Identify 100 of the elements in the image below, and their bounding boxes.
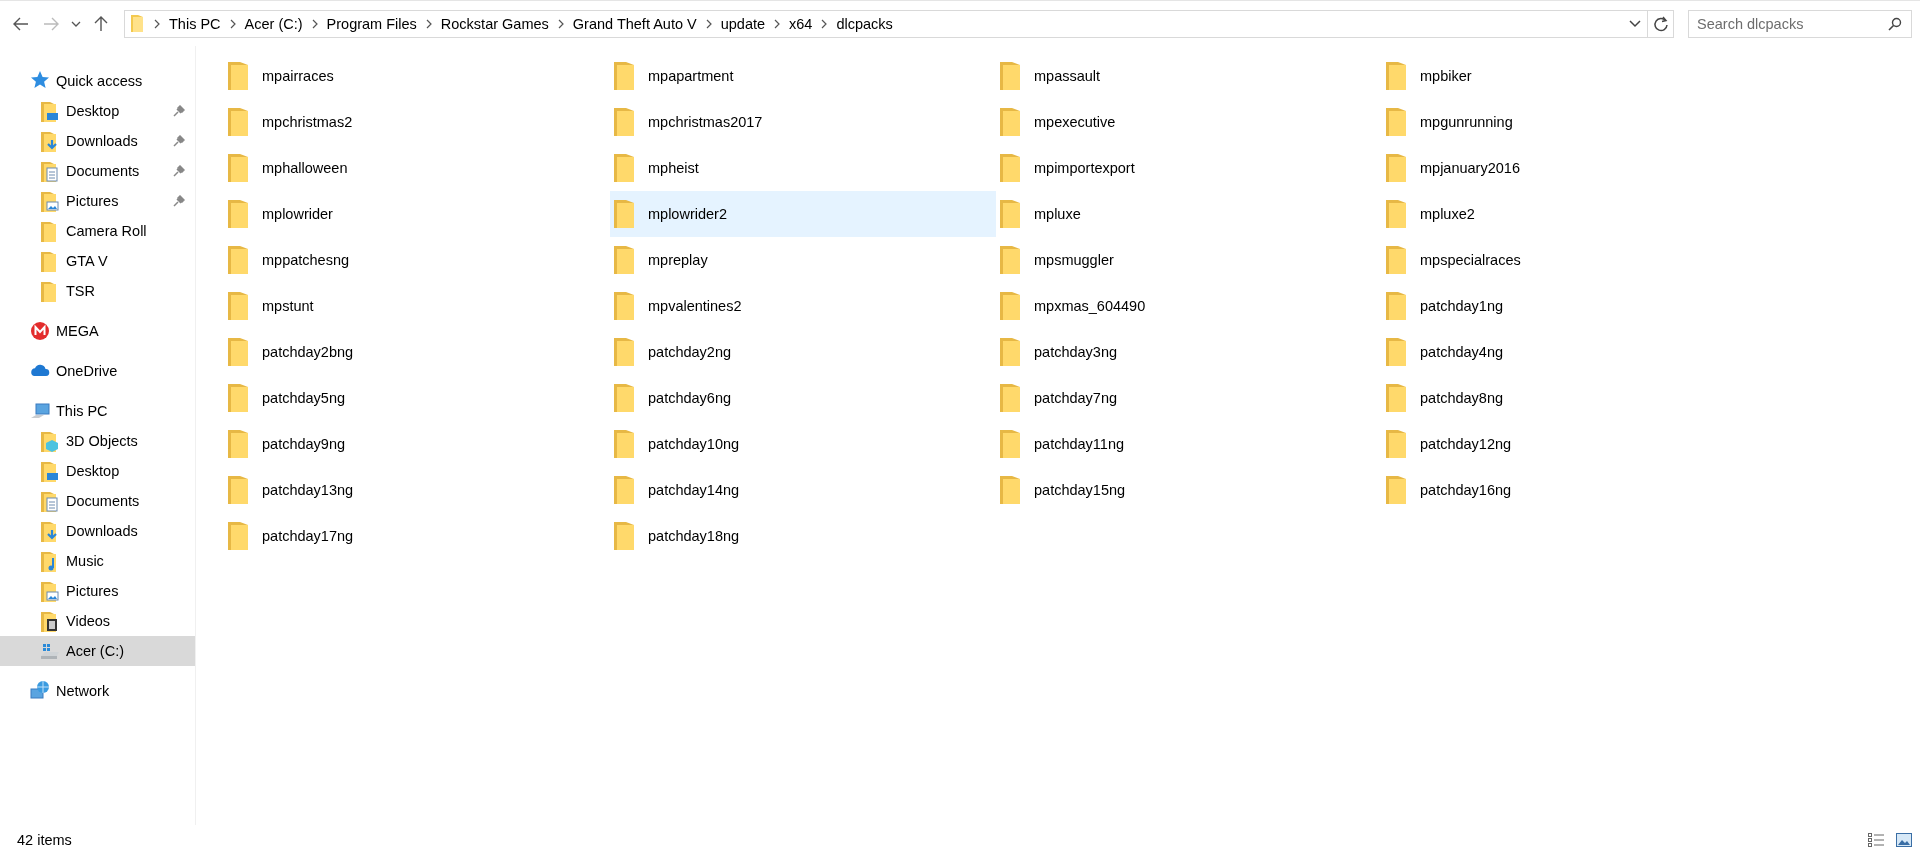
sidebar-item[interactable]: Desktop	[0, 96, 195, 126]
sidebar-item[interactable]: GTA V	[0, 246, 195, 276]
breadcrumb-item[interactable]: dlcpacks	[836, 15, 893, 32]
folder-item[interactable]: mpassault	[996, 53, 1382, 99]
folder-item[interactable]: patchday9ng	[224, 421, 610, 467]
folder-item[interactable]: mpreplay	[610, 237, 996, 283]
downloads-folder-icon	[40, 130, 60, 152]
folder-item[interactable]: patchday16ng	[1382, 467, 1768, 513]
folder-item[interactable]: patchday13ng	[224, 467, 610, 513]
folder-item[interactable]: patchday11ng	[996, 421, 1382, 467]
details-view-icon[interactable]	[1868, 833, 1884, 847]
folder-item[interactable]: mpimportexport	[996, 145, 1382, 191]
folder-item[interactable]: mpjanuary2016	[1382, 145, 1768, 191]
folder-item[interactable]: mplowrider2	[610, 191, 996, 237]
folder-icon	[1386, 338, 1406, 366]
sidebar-label: Quick access	[56, 73, 143, 89]
pictures-folder-icon	[40, 190, 60, 212]
breadcrumb-item[interactable]: Acer (C:)	[244, 15, 303, 32]
sidebar-item[interactable]: OneDrive	[0, 356, 195, 386]
sidebar-item[interactable]: Videos	[0, 606, 195, 636]
breadcrumb-item[interactable]: update	[720, 15, 766, 32]
folder-item[interactable]: patchday8ng	[1382, 375, 1768, 421]
sidebar-label: Pictures	[66, 583, 119, 599]
folder-item[interactable]: mpchristmas2	[224, 99, 610, 145]
folder-item[interactable]: patchday5ng	[224, 375, 610, 421]
folder-icon	[1000, 246, 1020, 274]
folder-item[interactable]: patchday17ng	[224, 513, 610, 559]
folder-item[interactable]: patchday6ng	[610, 375, 996, 421]
breadcrumb-item[interactable]: This PC	[169, 15, 221, 32]
sidebar-item[interactable]: Downloads	[0, 516, 195, 546]
folder-item[interactable]: mpluxe	[996, 191, 1382, 237]
folder-icon	[1000, 200, 1020, 228]
sidebar-item[interactable]: TSR	[0, 276, 195, 306]
folder-item[interactable]: mpgunrunning	[1382, 99, 1768, 145]
folder-item[interactable]: mpapartment	[610, 53, 996, 99]
folder-item[interactable]: mpairraces	[224, 53, 610, 99]
sidebar-item[interactable]: Quick access	[0, 66, 195, 96]
folder-icon	[228, 200, 248, 228]
folder-item[interactable]: mppatchesng	[224, 237, 610, 283]
sidebar-item[interactable]: Desktop	[0, 456, 195, 486]
folder-item[interactable]: patchday15ng	[996, 467, 1382, 513]
folder-name: patchday3ng	[1034, 344, 1118, 360]
folder-name: patchday18ng	[648, 528, 740, 544]
folder-item[interactable]: mphalloween	[224, 145, 610, 191]
sidebar-item[interactable]: Music	[0, 546, 195, 576]
folder-name: mpexecutive	[1034, 114, 1116, 130]
sidebar-label: Documents	[66, 163, 140, 179]
chevron-icon	[557, 18, 564, 29]
folder-item[interactable]: mpchristmas2017	[610, 99, 996, 145]
sidebar-item[interactable]: Documents	[0, 156, 195, 186]
folder-item[interactable]: mpexecutive	[996, 99, 1382, 145]
folder-item[interactable]: mpvalentines2	[610, 283, 996, 329]
back-arrow-icon	[13, 16, 29, 31]
large-icons-view-icon[interactable]	[1896, 833, 1912, 847]
folder-item[interactable]: patchday18ng	[610, 513, 996, 559]
folder-icon	[614, 200, 634, 228]
sidebar-label: 3D Objects	[66, 433, 138, 449]
folder-item[interactable]: mpstunt	[224, 283, 610, 329]
folder-item[interactable]: patchday2ng	[610, 329, 996, 375]
sidebar-item[interactable]: Network	[0, 676, 195, 706]
sidebar-item[interactable]: MEGA	[0, 316, 195, 346]
folder-item[interactable]: patchday7ng	[996, 375, 1382, 421]
sidebar-item[interactable]: Pictures	[0, 576, 195, 606]
folder-item[interactable]: patchday4ng	[1382, 329, 1768, 375]
breadcrumb-item[interactable]: x64	[789, 15, 813, 32]
refresh-icon	[1652, 15, 1669, 32]
folder-name: mpreplay	[648, 252, 708, 268]
folder-name: patchday13ng	[262, 482, 354, 498]
folder-item[interactable]: mplowrider	[224, 191, 610, 237]
folder-icon	[1000, 338, 1020, 366]
folder-item[interactable]: mpluxe2	[1382, 191, 1768, 237]
sidebar-label: Acer (C:)	[66, 643, 124, 659]
sidebar-item[interactable]: Pictures	[0, 186, 195, 216]
breadcrumb-item[interactable]: Grand Theft Auto V	[572, 15, 697, 32]
sidebar-item[interactable]: 3D Objects	[0, 426, 195, 456]
sidebar-item[interactable]: Downloads	[0, 126, 195, 156]
folder-item[interactable]: patchday2bng	[224, 329, 610, 375]
search-icon	[1888, 16, 1902, 31]
folder-item[interactable]: mpspecialraces	[1382, 237, 1768, 283]
folder-name: patchday17ng	[262, 528, 354, 544]
folder-item[interactable]: patchday1ng	[1382, 283, 1768, 329]
address-bar[interactable]: This PC Acer (C:) Program Files Rockstar Games Grand Theft Auto V update x64 dlcpacks	[124, 9, 1674, 38]
breadcrumb-item[interactable]: Program Files	[326, 15, 417, 32]
sidebar-item[interactable]: Camera Roll	[0, 216, 195, 246]
folder-icon	[614, 476, 634, 504]
folder-item[interactable]: patchday14ng	[610, 467, 996, 513]
folder-item[interactable]: mpsmuggler	[996, 237, 1382, 283]
folder-item[interactable]: patchday12ng	[1382, 421, 1768, 467]
folder-item[interactable]: mpbiker	[1382, 53, 1768, 99]
search-field[interactable]: Search dlcpacks	[1688, 9, 1912, 38]
breadcrumb-item[interactable]: Rockstar Games	[440, 15, 549, 32]
folder-item[interactable]: mpheist	[610, 145, 996, 191]
network-icon	[30, 680, 50, 702]
folder-item[interactable]: patchday3ng	[996, 329, 1382, 375]
caret-icon	[71, 20, 81, 27]
sidebar-item[interactable]: This PC	[0, 396, 195, 426]
sidebar-item[interactable]: Acer (C:)	[0, 636, 195, 666]
folder-item[interactable]: patchday10ng	[610, 421, 996, 467]
sidebar-item[interactable]: Documents	[0, 486, 195, 516]
folder-item[interactable]: mpxmas_604490	[996, 283, 1382, 329]
